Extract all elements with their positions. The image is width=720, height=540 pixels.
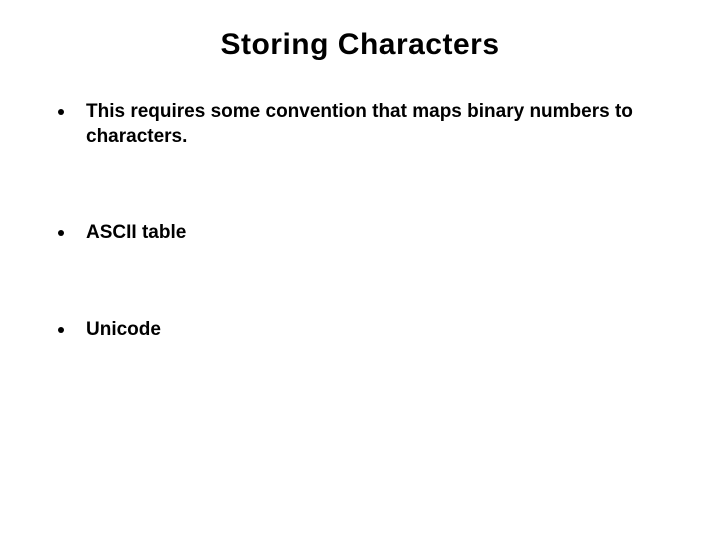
list-item: This requires some convention that maps … (50, 100, 670, 149)
slide: Storing Characters This requires some co… (0, 0, 720, 540)
list-item: ASCII table (50, 221, 670, 246)
slide-title: Storing Characters (50, 28, 670, 62)
bullet-icon (58, 327, 64, 333)
bullet-icon (58, 230, 64, 236)
bullet-text: ASCII table (86, 221, 670, 246)
bullet-icon (58, 109, 64, 115)
bullet-text: This requires some convention that maps … (86, 100, 670, 149)
bullet-list: This requires some convention that maps … (50, 100, 670, 343)
list-item: Unicode (50, 318, 670, 343)
bullet-text: Unicode (86, 318, 670, 343)
